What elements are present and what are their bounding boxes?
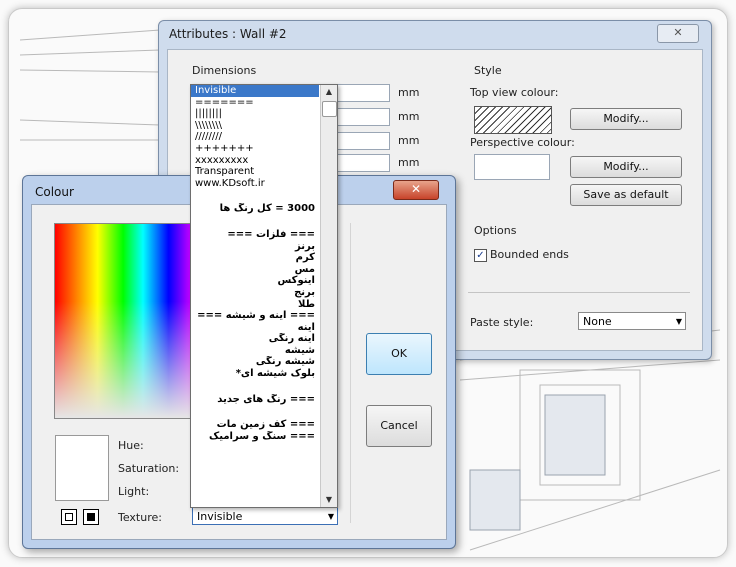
unit-label-4: mm xyxy=(398,156,420,169)
colour-preview xyxy=(55,435,109,501)
top-view-colour-label: Top view colour: xyxy=(470,86,559,99)
texture-options: Invisible ======= |||||||| \\\\\\\\////////… xyxy=(191,85,319,442)
save-as-default-button[interactable]: Save as default xyxy=(570,184,682,206)
light-label: Light: xyxy=(118,485,150,498)
fill-mode-icon[interactable] xyxy=(83,509,99,525)
chevron-down-icon: ▼ xyxy=(327,512,334,521)
colour-close-button[interactable]: ✕ xyxy=(393,180,439,200)
texture-option[interactable]: ======= xyxy=(191,97,319,109)
texture-option[interactable]: آینه xyxy=(191,322,319,334)
texture-option[interactable] xyxy=(191,380,319,394)
paste-style-combo[interactable]: None ▼ xyxy=(578,312,686,330)
texture-option[interactable]: |||||||| xyxy=(191,108,319,120)
scroll-up-icon[interactable]: ▲ xyxy=(321,85,337,99)
texture-option[interactable]: === آینه و شیشه === xyxy=(191,310,319,322)
unit-label-3: mm xyxy=(398,134,420,147)
saturation-label: Saturation: xyxy=(118,462,180,475)
separator xyxy=(468,292,690,293)
paste-style-value: None xyxy=(583,315,612,328)
texture-option[interactable]: Transparent xyxy=(191,166,319,178)
texture-option[interactable] xyxy=(191,189,319,203)
texture-option[interactable]: بلوک شیشه ای* xyxy=(191,368,319,380)
texture-combo[interactable]: Invisible ▼ xyxy=(192,507,338,525)
top-view-colour-swatch xyxy=(474,106,552,134)
unit-label-1: mm xyxy=(398,86,420,99)
paste-style-label: Paste style: xyxy=(470,316,534,329)
texture-label: Texture: xyxy=(118,511,162,524)
texture-option[interactable]: اینوکس xyxy=(191,275,319,287)
texture-option[interactable]: طلا xyxy=(191,299,319,311)
bounded-ends-label: Bounded ends xyxy=(490,248,569,261)
texture-option[interactable]: www.KDsoft.ir xyxy=(191,178,319,190)
attributes-title: Attributes : Wall #2 xyxy=(169,27,287,41)
chevron-down-icon: ▼ xyxy=(675,317,682,326)
texture-dropdown-list[interactable]: Invisible ======= |||||||| \\\\\\\\////////… xyxy=(190,84,338,508)
scrollbar[interactable]: ▲ ▼ xyxy=(320,85,337,507)
texture-option[interactable]: === سنگ و سرامیک xyxy=(191,431,319,443)
perspective-colour-swatch xyxy=(474,154,550,180)
attributes-close-button[interactable]: ✕ xyxy=(657,24,699,43)
bounded-ends-checkbox[interactable]: ✓ xyxy=(474,249,487,262)
texture-option[interactable]: مس xyxy=(191,264,319,276)
unit-label-2: mm xyxy=(398,110,420,123)
style-label: Style xyxy=(474,64,502,77)
modify-top-view-button[interactable]: Modify... xyxy=(570,108,682,130)
texture-option[interactable] xyxy=(191,215,319,229)
outline-mode-icon[interactable] xyxy=(61,509,77,525)
colour-spectrum[interactable] xyxy=(54,223,198,419)
modify-perspective-button[interactable]: Modify... xyxy=(570,156,682,178)
hue-label: Hue: xyxy=(118,439,144,452)
colour-title: Colour xyxy=(35,185,74,199)
dimensions-label: Dimensions xyxy=(192,64,257,77)
options-label: Options xyxy=(474,224,517,237)
texture-option[interactable]: شیشه xyxy=(191,345,319,357)
texture-option[interactable]: +++++++ xyxy=(191,143,319,155)
panel-divider xyxy=(350,223,351,523)
texture-option[interactable]: xxxxxxxxx xyxy=(191,155,319,167)
texture-option[interactable]: برنز xyxy=(191,241,319,253)
texture-option[interactable]: 3000 = کل رنگ ها xyxy=(191,203,319,215)
texture-option[interactable]: //////// xyxy=(191,131,319,143)
texture-option[interactable]: شیشه رنگی xyxy=(191,356,319,368)
scroll-down-icon[interactable]: ▼ xyxy=(321,493,337,507)
texture-combo-value: Invisible xyxy=(197,510,243,523)
texture-option[interactable] xyxy=(191,405,319,419)
scroll-thumb[interactable] xyxy=(322,101,337,117)
texture-option[interactable]: کرم xyxy=(191,252,319,264)
texture-option[interactable]: === رنگ های جدید xyxy=(191,394,319,406)
texture-option[interactable]: Invisible xyxy=(191,85,319,97)
ok-button[interactable]: OK xyxy=(366,333,432,375)
texture-option[interactable]: === کف زمین مات xyxy=(191,419,319,431)
texture-option[interactable]: === فلزات === xyxy=(191,229,319,241)
texture-option[interactable]: برنج xyxy=(191,287,319,299)
texture-option[interactable]: آینه رنگی xyxy=(191,333,319,345)
texture-option[interactable]: \\\\\\\\ xyxy=(191,120,319,132)
cancel-button[interactable]: Cancel xyxy=(366,405,432,447)
perspective-colour-label: Perspective colour: xyxy=(470,136,575,149)
